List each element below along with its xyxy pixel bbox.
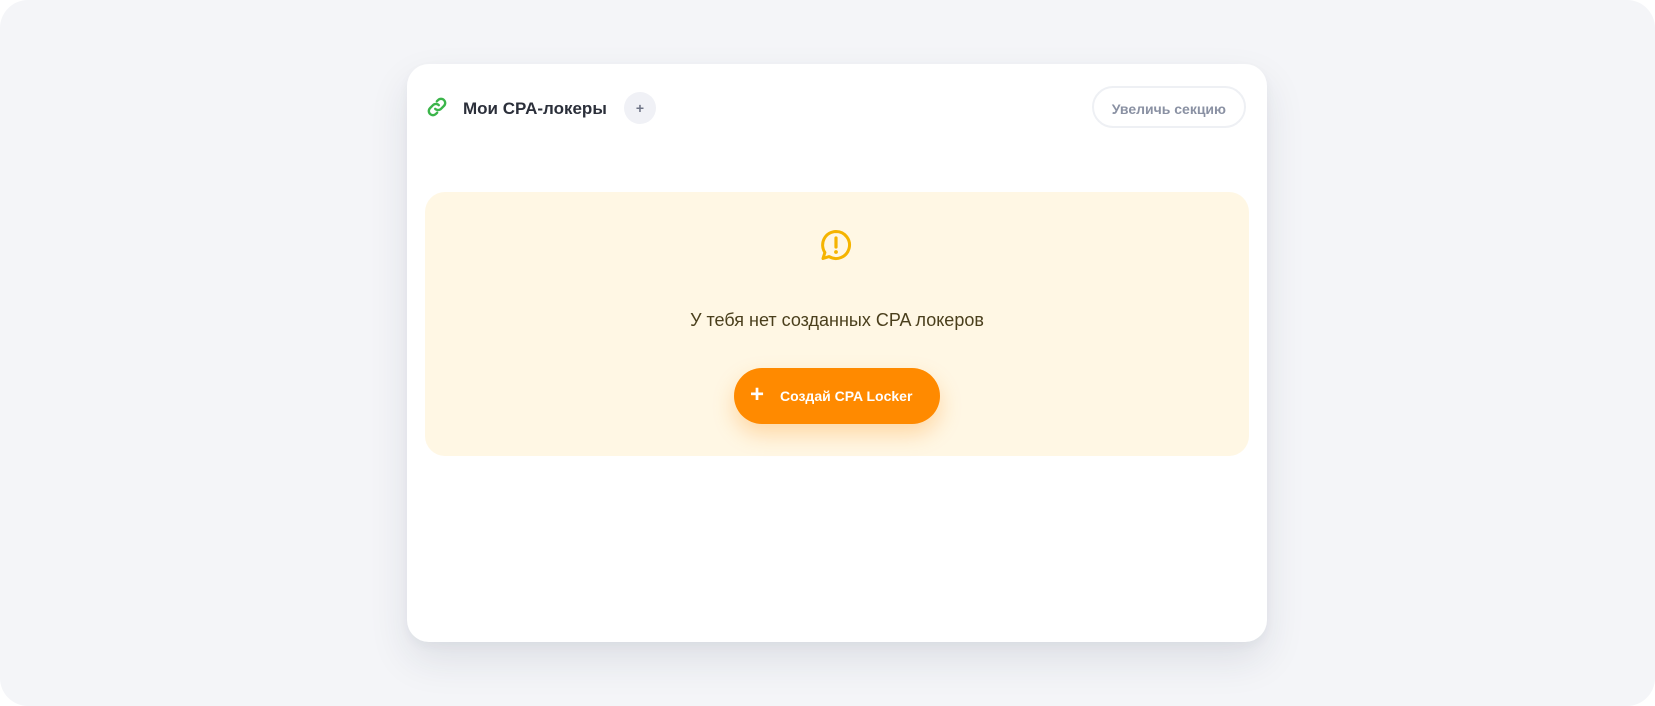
- card-header: Мои CPA-локеры + Увеличь секцию: [407, 64, 1267, 154]
- expand-section-button[interactable]: Увеличь секцию: [1091, 86, 1246, 128]
- create-cpa-locker-button[interactable]: + Создай CPA Locker: [734, 368, 940, 424]
- page-background: Мои CPA-локеры + Увеличь секцию У тебя н…: [0, 0, 1655, 706]
- empty-state-panel: У тебя нет созданных CPA локеров + Созда…: [425, 192, 1249, 456]
- cpa-lockers-card: Мои CPA-локеры + Увеличь секцию У тебя н…: [407, 64, 1267, 642]
- link-icon: [426, 96, 448, 118]
- add-locker-button[interactable]: +: [624, 92, 656, 124]
- plus-icon: +: [749, 381, 764, 408]
- empty-state-message: У тебя нет созданных CPA локеров: [690, 310, 984, 330]
- card-title: Мои CPA-локеры: [463, 99, 607, 118]
- alert-bubble-icon: [818, 227, 854, 263]
- create-cpa-locker-label: Создай CPA Locker: [780, 388, 913, 404]
